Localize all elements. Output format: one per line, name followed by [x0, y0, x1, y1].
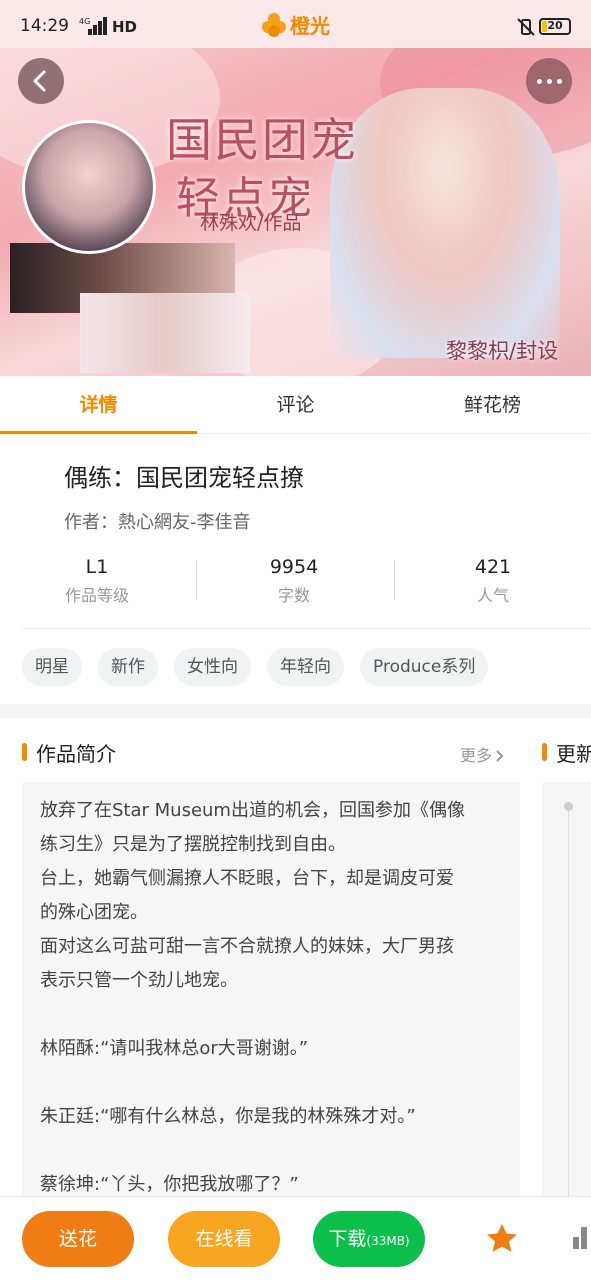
intro-line: 林陌酥:“请叫我林总or大哥谢谢。” — [40, 1038, 309, 1059]
stat-value: 9954 — [269, 556, 319, 578]
intro-line: 台上，她霸气侧漏撩人不眨眼，台下，却是调皮可爱 — [40, 868, 454, 889]
stat-divider — [394, 560, 395, 600]
tag-item[interactable]: 年轻向 — [267, 648, 344, 686]
tag-list: 明星 新作 女性向 年轻向 Produce系列 — [22, 648, 504, 686]
tag-item[interactable]: 明星 — [22, 648, 82, 686]
intro-line: 朱正廷:“哪有什么林总，你是我的林殊殊才对。” — [40, 1106, 416, 1127]
chevron-right-icon — [496, 750, 504, 762]
download-label: 下载 — [328, 1228, 367, 1250]
divider — [22, 628, 591, 629]
stat-value: L1 — [85, 556, 109, 578]
download-size: (33MB) — [366, 1234, 410, 1248]
cover-avatar — [22, 120, 156, 254]
detail-tabs: 详情 评论 鲜花榜 — [0, 376, 591, 434]
app-name: 橙光 — [290, 14, 330, 38]
more-button[interactable] — [526, 58, 572, 104]
tab-details[interactable]: 详情 — [0, 376, 197, 434]
intro-line: 的殊心团宠。 — [40, 902, 148, 923]
intro-line — [40, 998, 502, 1032]
stat-level: L1 作品等级 — [17, 556, 177, 606]
download-button[interactable]: 下载(33MB) — [313, 1211, 425, 1267]
battery-percent: 20 — [547, 19, 563, 32]
section-accent-bar — [542, 743, 547, 761]
banner-author: 林殊欢/作品 — [200, 212, 302, 234]
more-label: 更多 — [460, 746, 493, 765]
intro-text-box: 放弃了在Star Museum出道的机会，回国参加《偶像 练习生》只是为了摆脱控… — [22, 782, 520, 1202]
intro-header: 作品简介 更多 — [22, 738, 522, 768]
cover-portrait-right — [330, 88, 560, 358]
tab-flower-ranking[interactable]: 鲜花榜 — [394, 376, 591, 433]
intro-line: 放弃了在Star Museum出道的机会，回国参加《偶像 — [40, 800, 465, 821]
vibrate-mute-icon — [517, 18, 535, 36]
timeline-dot — [564, 802, 573, 811]
back-button[interactable] — [18, 58, 64, 104]
update-header: 更新 — [542, 738, 591, 768]
status-time: 14:29 — [20, 16, 69, 36]
status-bar: 14:29 4G HD 橙光 20 — [0, 0, 591, 48]
intro-line — [40, 1134, 502, 1168]
book-author[interactable]: 作者：熱心網友-李佳音 — [64, 508, 251, 534]
stat-value: 421 — [474, 556, 512, 578]
intro-line: 表示只管一个劲儿地宠。 — [40, 970, 238, 991]
app-logo: 橙光 — [262, 10, 330, 39]
stat-popularity: 421 人气 — [413, 556, 573, 606]
signal-icon — [88, 17, 110, 35]
battery-icon: 20 — [539, 18, 571, 35]
section-accent-bar — [22, 743, 27, 761]
book-title: 偶练：国民团宠轻点撩 — [64, 464, 304, 492]
tag-item[interactable]: 新作 — [98, 648, 158, 686]
update-timeline[interactable] — [542, 782, 591, 1202]
timeline-line — [568, 806, 569, 1202]
cover-banner: 国民团宠 轻点宠 林殊欢/作品 黎黎枳/封设 — [0, 48, 591, 376]
book-stats: L1 作品等级 9954 字数 421 人气 — [0, 556, 591, 606]
bottom-action-bar: 送花 在线看 下载(33MB) — [0, 1196, 591, 1280]
intro-more-link[interactable]: 更多 — [460, 742, 504, 766]
chevron-left-icon — [33, 70, 46, 92]
read-online-button[interactable]: 在线看 — [168, 1211, 280, 1267]
stat-divider — [196, 560, 197, 600]
stat-label: 作品等级 — [64, 586, 129, 605]
intro-line: 练习生》只是为了摆脱控制找到自由。 — [40, 834, 346, 855]
stat-word-count: 9954 字数 — [214, 556, 374, 606]
intro-line: 面对这么可盐可甜一言不合就撩人的妹妹，大厂男孩 — [40, 936, 454, 957]
star-icon[interactable] — [486, 1223, 518, 1253]
intro-line — [40, 1066, 502, 1100]
tag-item[interactable]: 女性向 — [174, 648, 251, 686]
hd-indicator: HD — [112, 18, 138, 36]
tab-comments[interactable]: 评论 — [197, 376, 394, 433]
intro-title: 作品简介 — [36, 742, 116, 766]
send-flower-button[interactable]: 送花 — [22, 1211, 134, 1267]
tag-item[interactable]: Produce系列 — [360, 648, 489, 686]
cover-portrait-bottom — [80, 293, 250, 373]
stat-label: 人气 — [476, 586, 509, 605]
section-gap — [0, 704, 591, 718]
bar-chart-icon[interactable] — [573, 1227, 591, 1249]
flower-logo-icon — [262, 12, 286, 37]
stat-label: 字数 — [277, 586, 310, 605]
update-title: 更新 — [556, 742, 591, 766]
banner-credit: 黎黎枳/封设 — [446, 339, 559, 363]
banner-title-line1: 国民团宠 — [166, 113, 358, 167]
